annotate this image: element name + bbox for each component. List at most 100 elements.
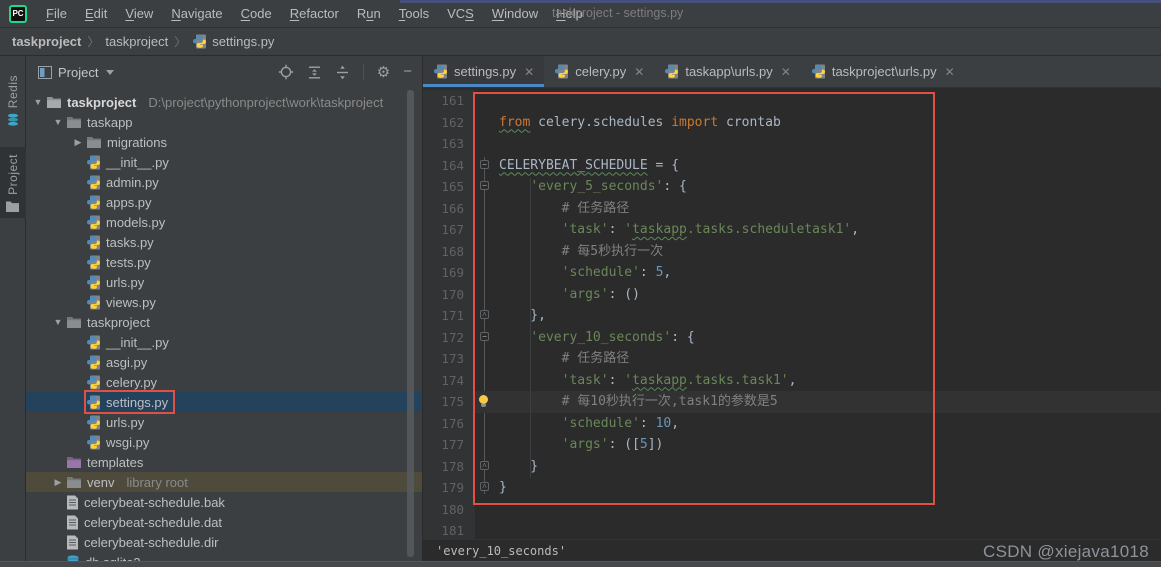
code-editor[interactable]: 161162from celery.schedules import cront… — [423, 88, 1161, 539]
tree-item-taskproject[interactable]: ▼taskprojectD:\project\pythonproject\wor… — [26, 92, 422, 112]
tree-item-taskapp[interactable]: ▼taskapp — [26, 112, 422, 132]
code-line-170[interactable]: 170 'args': () — [423, 284, 1161, 306]
fold-start-icon[interactable]: − — [480, 181, 489, 190]
tree-item-migrations[interactable]: ▶migrations — [26, 132, 422, 152]
tree-item-settings-py[interactable]: settings.py — [26, 392, 422, 412]
hide-panel-icon[interactable]: − — [403, 66, 412, 78]
chevron-down-icon[interactable] — [106, 70, 114, 75]
settings-gear-icon[interactable]: ⚙ — [377, 65, 390, 80]
close-tab-icon[interactable]: ✕ — [634, 65, 644, 79]
stripe-button-project[interactable]: Project — [0, 147, 26, 218]
breadcrumb-package[interactable]: taskproject — [105, 34, 168, 49]
menu-file[interactable]: File — [37, 0, 76, 28]
code-line-168[interactable]: 168 # 每5秒执行一次 — [423, 241, 1161, 263]
code-line-169[interactable]: 169 'schedule': 5, — [423, 262, 1161, 284]
menu-window[interactable]: Window — [483, 0, 547, 28]
code-line-171[interactable]: 171˄ }, — [423, 305, 1161, 327]
tree-item-apps-py[interactable]: apps.py — [26, 192, 422, 212]
menu-tools[interactable]: Tools — [390, 0, 438, 28]
menu-code[interactable]: Code — [232, 0, 281, 28]
line-number: 175 — [423, 391, 475, 413]
fold-end-icon[interactable]: ˄ — [480, 310, 489, 319]
tree-item-init-py[interactable]: __init__.py — [26, 332, 422, 352]
tree-item-templates[interactable]: templates — [26, 452, 422, 472]
code-line-174[interactable]: 174 'task': 'taskapp.tasks.task1', — [423, 370, 1161, 392]
code-text: }, — [499, 305, 1161, 327]
menu-refactor[interactable]: Refactor — [281, 0, 348, 28]
tree-item-asgi-py[interactable]: asgi.py — [26, 352, 422, 372]
code-line-175[interactable]: 175 # 每10秒执行一次,task1的参数是5 — [423, 391, 1161, 413]
code-line-179[interactable]: 179˄} — [423, 477, 1161, 499]
code-line-177[interactable]: 177 'args': ([5]) — [423, 434, 1161, 456]
tree-item-content: admin.py — [86, 172, 164, 192]
tree-item-taskproject[interactable]: ▼taskproject — [26, 312, 422, 332]
project-panel-title[interactable]: Project — [58, 65, 98, 80]
tab-taskapp-urls-py[interactable]: taskapp\urls.py✕ — [654, 56, 801, 87]
code-line-164[interactable]: 164−CELERYBEAT_SCHEDULE = { — [423, 155, 1161, 177]
code-line-180[interactable]: 180 — [423, 499, 1161, 521]
locate-icon[interactable] — [278, 64, 294, 80]
menu-edit[interactable]: Edit — [76, 0, 116, 28]
gutter-fold-column — [475, 198, 499, 220]
close-tab-icon[interactable]: ✕ — [524, 65, 534, 79]
code-line-178[interactable]: 178˄ } — [423, 456, 1161, 478]
tab-settings-py[interactable]: settings.py✕ — [423, 56, 544, 87]
tree-item-tasks-py[interactable]: tasks.py — [26, 232, 422, 252]
code-text: 'args': () — [499, 284, 1161, 306]
menu-view[interactable]: View — [116, 0, 162, 28]
tree-item-urls-py[interactable]: urls.py — [26, 412, 422, 432]
chevron-collapsed-icon[interactable]: ▶ — [50, 477, 66, 488]
fold-start-icon[interactable]: − — [480, 332, 489, 341]
expand-all-icon[interactable] — [307, 65, 322, 80]
tab-taskproject-urls-py[interactable]: taskproject\urls.py ✕ — [801, 56, 965, 87]
code-line-173[interactable]: 173 # 任务路径 — [423, 348, 1161, 370]
code-context-item[interactable]: 'every_10_seconds' — [436, 544, 566, 558]
tree-item-init-py[interactable]: __init__.py — [26, 152, 422, 172]
menu-navigate[interactable]: Navigate — [162, 0, 231, 28]
tab-celery-py[interactable]: celery.py✕ — [544, 56, 654, 87]
code-line-181[interactable]: 181 — [423, 520, 1161, 539]
menu-run[interactable]: Run — [348, 0, 390, 28]
code-line-176[interactable]: 176 'schedule': 10, — [423, 413, 1161, 435]
tree-item-models-py[interactable]: models.py — [26, 212, 422, 232]
tree-item-admin-py[interactable]: admin.py — [26, 172, 422, 192]
code-line-172[interactable]: 172− 'every_10_seconds': { — [423, 327, 1161, 349]
tree-item-celerybeat-schedule-dir[interactable]: celerybeat-schedule.dir — [26, 532, 422, 552]
code-line-163[interactable]: 163 — [423, 133, 1161, 155]
breadcrumb-project[interactable]: taskproject — [12, 34, 81, 49]
close-tab-icon[interactable]: ✕ — [945, 65, 955, 79]
code-line-167[interactable]: 167 'task': 'taskapp.tasks.scheduletask1… — [423, 219, 1161, 241]
chevron-expanded-icon[interactable]: ▼ — [30, 97, 46, 107]
tab-label: taskproject\urls.py — [832, 64, 937, 79]
tree-scrollbar[interactable] — [407, 90, 414, 557]
tree-item-wsgi-py[interactable]: wsgi.py — [26, 432, 422, 452]
gutter-fold-column — [475, 112, 499, 134]
breadcrumb-file[interactable]: settings.py — [192, 34, 274, 49]
code-line-166[interactable]: 166 # 任务路径 — [423, 198, 1161, 220]
stripe-button-redis[interactable]: Redis — [0, 68, 26, 133]
code-line-165[interactable]: 165− 'every_5_seconds': { — [423, 176, 1161, 198]
tree-item-celerybeat-schedule-bak[interactable]: celerybeat-schedule.bak — [26, 492, 422, 512]
chevron-expanded-icon[interactable]: ▼ — [50, 117, 66, 127]
code-line-162[interactable]: 162from celery.schedules import crontab — [423, 112, 1161, 134]
tree-item-celerybeat-schedule-dat[interactable]: celerybeat-schedule.dat — [26, 512, 422, 532]
fold-end-icon[interactable]: ˄ — [480, 461, 489, 470]
chevron-expanded-icon[interactable]: ▼ — [50, 317, 66, 327]
fold-start-icon[interactable]: − — [480, 160, 489, 169]
menu-vcs[interactable]: VCS — [438, 0, 483, 28]
tree-item-views-py[interactable]: views.py — [26, 292, 422, 312]
code-line-161[interactable]: 161 — [423, 90, 1161, 112]
tree-item-tests-py[interactable]: tests.py — [26, 252, 422, 272]
chevron-collapsed-icon[interactable]: ▶ — [70, 137, 86, 148]
tree-item-db-sqlite3[interactable]: db.sqlite3 — [26, 552, 422, 561]
intention-bulb-icon[interactable] — [479, 395, 488, 407]
close-tab-icon[interactable]: ✕ — [781, 65, 791, 79]
tree-item-content: taskproject — [46, 92, 141, 112]
tree-item-venv[interactable]: ▶venvlibrary root — [26, 472, 422, 492]
gutter-fold-column — [475, 348, 499, 370]
fold-end-icon[interactable]: ˄ — [480, 482, 489, 491]
collapse-all-icon[interactable] — [335, 65, 350, 80]
pycharm-window: PC FileEditViewNavigateCodeRefactorRunTo… — [0, 0, 1161, 567]
tree-item-celery-py[interactable]: celery.py — [26, 372, 422, 392]
tree-item-urls-py[interactable]: urls.py — [26, 272, 422, 292]
